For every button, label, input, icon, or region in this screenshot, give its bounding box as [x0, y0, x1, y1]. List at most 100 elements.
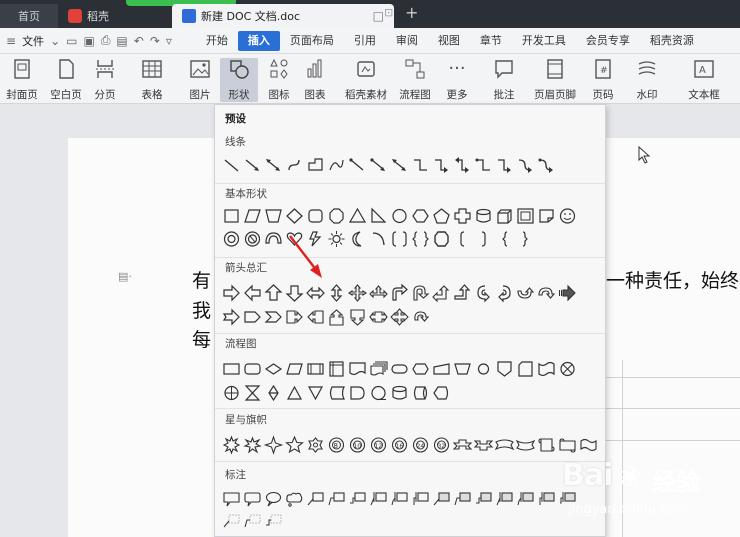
- twenty-four-point-star-shape-icon[interactable]: 24: [410, 435, 431, 455]
- tab-document[interactable]: 新建 DOC 文档.doc □: [172, 4, 394, 28]
- heart-shape-icon[interactable]: [284, 229, 305, 249]
- ellipse-shape-icon[interactable]: [389, 206, 410, 226]
- header-footer-button[interactable]: 页眉页脚: [530, 58, 580, 102]
- curved-up-ribbon-shape-icon[interactable]: [494, 435, 515, 455]
- down-arrow-shape-icon[interactable]: [284, 283, 305, 303]
- alternate-process-shape-icon[interactable]: [242, 359, 263, 379]
- tab-member[interactable]: 会员专享: [576, 31, 640, 51]
- watermark-button[interactable]: 水印: [628, 58, 666, 102]
- doc-line-3[interactable]: 每: [192, 325, 211, 352]
- explosion-2-shape-icon[interactable]: [242, 435, 263, 455]
- line-callout-border-1-shape-icon[interactable]: [452, 489, 473, 509]
- comment-button[interactable]: 批注: [488, 58, 520, 102]
- arrow-line-shape-icon[interactable]: [242, 155, 263, 175]
- data-shape-icon[interactable]: [284, 359, 305, 379]
- callout-no-border-1-shape-icon[interactable]: [221, 511, 242, 531]
- paragraph-marker-icon[interactable]: ▤·: [118, 270, 132, 283]
- elbow-arrow-shape-icon[interactable]: [431, 155, 452, 175]
- line-callout-2-shape-icon[interactable]: [326, 489, 347, 509]
- close-tab-icon[interactable]: □: [373, 9, 384, 23]
- tab-references[interactable]: 引用: [344, 31, 386, 51]
- redo-icon[interactable]: ↷: [150, 34, 160, 48]
- donut-shape-icon[interactable]: [221, 229, 242, 249]
- callout-no-border-2-shape-icon[interactable]: [242, 511, 263, 531]
- vertical-scroll-shape-icon[interactable]: [536, 435, 557, 455]
- line-callout-4-shape-icon[interactable]: [368, 489, 389, 509]
- double-bracket-shape-icon[interactable]: [389, 229, 410, 249]
- circular-arrow-shape-icon[interactable]: [410, 307, 431, 327]
- bevel-shape-icon[interactable]: [515, 206, 536, 226]
- left-bracket-shape-icon[interactable]: [452, 229, 473, 249]
- decision-shape-icon[interactable]: [263, 359, 284, 379]
- left-arrow-callout-shape-icon[interactable]: [305, 307, 326, 327]
- ten-point-star-shape-icon[interactable]: 10: [347, 435, 368, 455]
- pin-icon[interactable]: ⊡: [384, 6, 393, 19]
- line-callout-1-shape-icon[interactable]: [305, 489, 326, 509]
- print-preview-icon[interactable]: ▤: [116, 34, 127, 48]
- connector-arrow-shape-icon[interactable]: [368, 155, 389, 175]
- preparation-shape-icon[interactable]: [410, 359, 431, 379]
- no-symbol-shape-icon[interactable]: [242, 229, 263, 249]
- right-arrow-shape-icon[interactable]: [221, 283, 242, 303]
- off-page-connector-shape-icon[interactable]: [494, 359, 515, 379]
- double-arrow-line-shape-icon[interactable]: [263, 155, 284, 175]
- predefined-process-shape-icon[interactable]: [305, 359, 326, 379]
- explosion-1-shape-icon[interactable]: [221, 435, 242, 455]
- horizontal-scroll-shape-icon[interactable]: [557, 435, 578, 455]
- sequential-access-storage-shape-icon[interactable]: [368, 383, 389, 403]
- right-brace-shape-icon[interactable]: [515, 229, 536, 249]
- line-shape-icon[interactable]: [221, 155, 242, 175]
- octagon-shape-icon[interactable]: [326, 206, 347, 226]
- pentagon-arrow-shape-icon[interactable]: [242, 307, 263, 327]
- curved-double-arrow-connector-shape-icon[interactable]: [515, 155, 536, 175]
- tab-start[interactable]: 开始: [196, 31, 238, 51]
- right-arrow-callout-shape-icon[interactable]: [284, 307, 305, 327]
- internal-storage-shape-icon[interactable]: [326, 359, 347, 379]
- parallelogram-shape-icon[interactable]: [242, 206, 263, 226]
- tab-view[interactable]: 视图: [428, 31, 470, 51]
- elbow-connector-shape-icon[interactable]: [284, 155, 305, 175]
- line-callout-accent-3-shape-icon[interactable]: [431, 489, 452, 509]
- chevron-shape-icon[interactable]: [263, 307, 284, 327]
- line-callout-accent-1-shape-icon[interactable]: [389, 489, 410, 509]
- curve-shape-icon[interactable]: [305, 155, 326, 175]
- chevron-down-icon[interactable]: ⌄: [50, 34, 60, 48]
- wave-shape-icon[interactable]: [578, 435, 599, 455]
- manual-operation-shape-icon[interactable]: [452, 359, 473, 379]
- tab-review[interactable]: 审阅: [386, 31, 428, 51]
- four-point-star-shape-icon[interactable]: [263, 435, 284, 455]
- rectangle-shape-icon[interactable]: [221, 206, 242, 226]
- curved-up-arrow-shape-icon[interactable]: [515, 283, 536, 303]
- document-shape-icon[interactable]: [347, 359, 368, 379]
- up-arrow-callout-shape-icon[interactable]: [326, 307, 347, 327]
- materials-button[interactable]: 稻壳素材: [342, 58, 390, 102]
- sort-shape-icon[interactable]: [263, 383, 284, 403]
- left-up-arrow-shape-icon[interactable]: [431, 283, 452, 303]
- curved-arrow-connector-shape-icon[interactable]: [494, 155, 515, 175]
- twelve-point-star-shape-icon[interactable]: 12: [368, 435, 389, 455]
- line-callout-3-shape-icon[interactable]: [347, 489, 368, 509]
- connector-circle-shape-icon[interactable]: [473, 359, 494, 379]
- five-point-star-shape-icon[interactable]: [284, 435, 305, 455]
- line-callout-accent-2-shape-icon[interactable]: [410, 489, 431, 509]
- tab-daoke-resources[interactable]: 稻壳资源: [640, 31, 704, 51]
- customize-icon[interactable]: ▿: [166, 34, 172, 48]
- tab-developer[interactable]: 开发工具: [512, 31, 576, 51]
- left-right-up-arrow-shape-icon[interactable]: [368, 283, 389, 303]
- curved-down-ribbon-shape-icon[interactable]: [515, 435, 536, 455]
- blank-page-button[interactable]: 空白页: [46, 58, 86, 102]
- cloud-callout-shape-icon[interactable]: [284, 489, 305, 509]
- sun-shape-icon[interactable]: [326, 229, 347, 249]
- callout-no-border-3-shape-icon[interactable]: [263, 511, 284, 531]
- page-number-button[interactable]: # 页码: [586, 58, 620, 102]
- quad-arrow-shape-icon[interactable]: [347, 283, 368, 303]
- cross-shape-icon[interactable]: [452, 206, 473, 226]
- curved-connector-shape-icon[interactable]: [473, 155, 494, 175]
- tab-home[interactable]: 首页: [0, 4, 58, 28]
- oval-callout-shape-icon[interactable]: [263, 489, 284, 509]
- tab-insert[interactable]: 插入: [237, 30, 280, 51]
- bent-up-arrow-shape-icon[interactable]: [452, 283, 473, 303]
- line-callout-border-accent-2-shape-icon[interactable]: [536, 489, 557, 509]
- elbow-shape-icon[interactable]: [410, 155, 431, 175]
- can-shape-icon[interactable]: [473, 206, 494, 226]
